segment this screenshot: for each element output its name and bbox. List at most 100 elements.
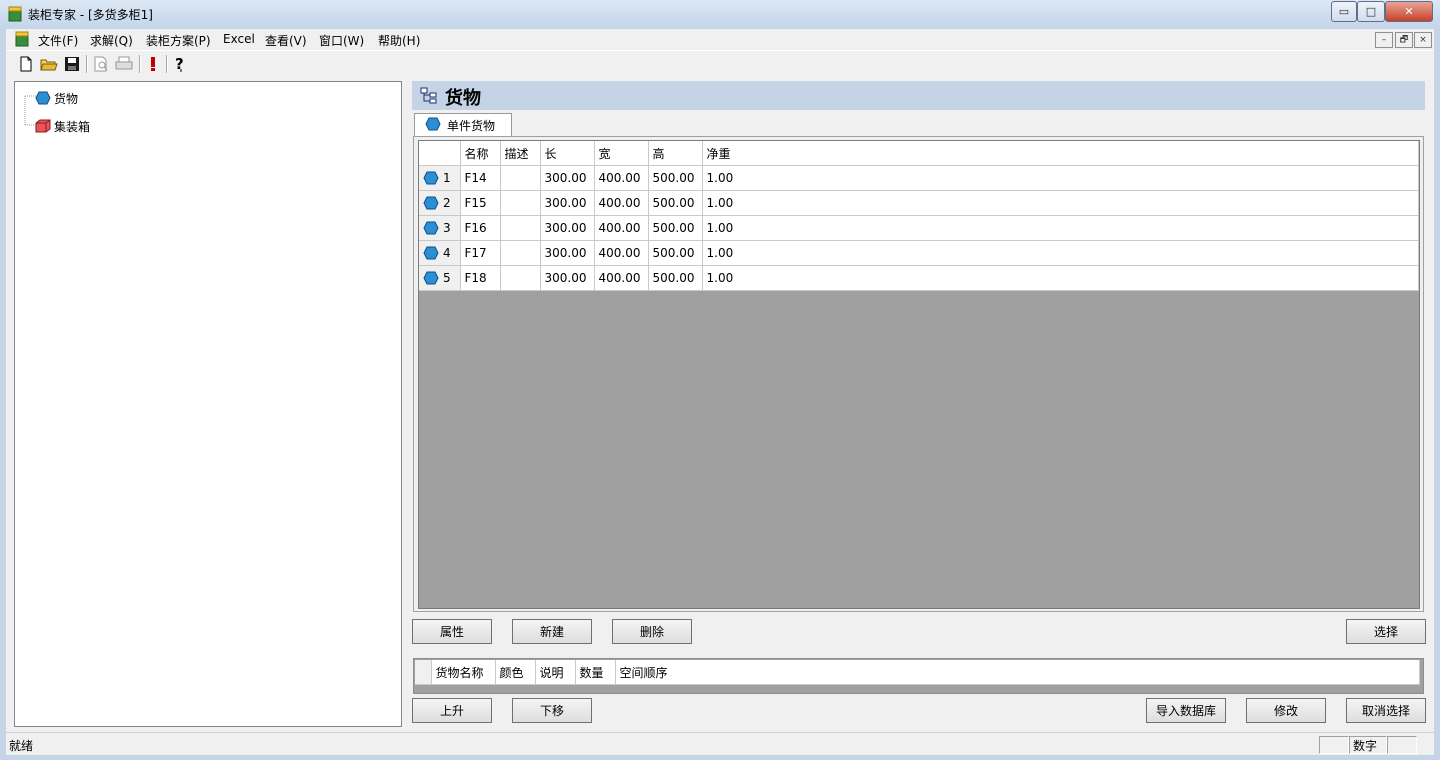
hierarchy-icon	[420, 87, 437, 104]
panel-header	[412, 81, 1425, 110]
print-icon[interactable]	[114, 54, 134, 74]
cell-weight[interactable]: 1.00	[702, 240, 1419, 266]
menu-help[interactable]: 帮助(H)	[378, 32, 420, 49]
cell-length[interactable]: 300.00	[540, 190, 595, 216]
table-row[interactable]: 4 F17 300.00 400.00 500.00 1.00	[419, 240, 1419, 266]
tree-label-container: 集装箱	[54, 119, 91, 134]
maximize-button[interactable]: □	[1357, 1, 1385, 22]
menu-file[interactable]: 文件(F)	[38, 32, 78, 49]
cell-length[interactable]: 300.00	[540, 240, 595, 266]
cell-width[interactable]: 400.00	[594, 165, 649, 191]
column-header[interactable]: 说明	[535, 660, 576, 685]
column-header[interactable]: 颜色	[495, 660, 536, 685]
document-icon[interactable]	[14, 31, 30, 47]
column-header[interactable]: 长	[540, 141, 595, 166]
selection-corner[interactable]	[415, 660, 432, 685]
menu-bar: 文件(F) 求解(Q) 装柜方案(P) Excel 查看(V) 窗口(W) 帮助…	[6, 29, 1434, 50]
cell-length[interactable]: 300.00	[540, 265, 595, 291]
cell-name[interactable]: F15	[460, 190, 501, 216]
column-header[interactable]: 描述	[500, 141, 541, 166]
grid-corner[interactable]	[419, 141, 461, 166]
cell-desc[interactable]	[500, 165, 541, 191]
tree-view[interactable]: 货物 集装箱	[14, 81, 402, 727]
row-number: 1	[443, 170, 451, 185]
menu-plan[interactable]: 装柜方案(P)	[146, 32, 211, 49]
row-header[interactable]: 3	[419, 215, 461, 241]
column-header[interactable]: 空间顺序	[615, 660, 1420, 685]
cell-weight[interactable]: 1.00	[702, 165, 1419, 191]
mdi-restore-button[interactable]: 🗗	[1395, 32, 1413, 48]
cargo-grid[interactable]: 名称 描述 长 宽 高 净重 1 F14 300.00 400.00 500.00 1.0…	[418, 140, 1420, 609]
properties-button[interactable]: 属性	[412, 619, 492, 644]
tree-node-container[interactable]: 集装箱	[35, 117, 90, 135]
cell-height[interactable]: 500.00	[648, 240, 703, 266]
help-icon[interactable]: ?	[171, 54, 191, 74]
new-file-icon[interactable]	[16, 54, 36, 74]
cell-length[interactable]: 300.00	[540, 165, 595, 191]
cell-width[interactable]: 400.00	[594, 240, 649, 266]
cell-height[interactable]: 500.00	[648, 165, 703, 191]
table-row[interactable]: 2 F15 300.00 400.00 500.00 1.00	[419, 190, 1419, 216]
column-header[interactable]: 货物名称	[431, 660, 496, 685]
menu-excel[interactable]: Excel	[223, 32, 255, 46]
table-row[interactable]: 5 F18 300.00 400.00 500.00 1.00	[419, 265, 1419, 291]
cell-height[interactable]: 500.00	[648, 215, 703, 241]
status-bar: 就绪 数字	[6, 732, 1434, 755]
menu-solve[interactable]: 求解(Q)	[90, 32, 133, 49]
cell-desc[interactable]	[500, 265, 541, 291]
cargo-icon	[425, 117, 441, 131]
new-button[interactable]: 新建	[512, 619, 592, 644]
cell-name[interactable]: F17	[460, 240, 501, 266]
print-preview-icon[interactable]	[91, 54, 111, 74]
row-header[interactable]: 2	[419, 190, 461, 216]
cell-desc[interactable]	[500, 240, 541, 266]
select-button[interactable]: 选择	[1346, 619, 1426, 644]
cell-width[interactable]: 400.00	[594, 265, 649, 291]
cell-length[interactable]: 300.00	[540, 215, 595, 241]
import-database-button[interactable]: 导入数据库	[1146, 698, 1226, 723]
tree-node-cargo[interactable]: 货物	[35, 89, 78, 107]
cell-desc[interactable]	[500, 190, 541, 216]
cell-desc[interactable]	[500, 215, 541, 241]
move-up-button[interactable]: 上升	[412, 698, 492, 723]
cell-name[interactable]: F14	[460, 165, 501, 191]
cell-width[interactable]: 400.00	[594, 190, 649, 216]
cell-name[interactable]: F16	[460, 215, 501, 241]
table-row[interactable]: 3 F16 300.00 400.00 500.00 1.00	[419, 215, 1419, 241]
cell-name[interactable]: F18	[460, 265, 501, 291]
menu-view[interactable]: 查看(V)	[265, 32, 307, 49]
column-header[interactable]: 数量	[575, 660, 616, 685]
column-header[interactable]: 净重	[702, 141, 1419, 166]
cell-weight[interactable]: 1.00	[702, 265, 1419, 291]
close-button[interactable]: ✕	[1385, 1, 1433, 22]
row-header[interactable]: 5	[419, 265, 461, 291]
cell-width[interactable]: 400.00	[594, 215, 649, 241]
column-header[interactable]: 宽	[594, 141, 649, 166]
modify-button[interactable]: 修改	[1246, 698, 1326, 723]
column-header[interactable]: 名称	[460, 141, 501, 166]
cell-weight[interactable]: 1.00	[702, 190, 1419, 216]
title-bar[interactable]: 装柜专家 - [多货多柜1] ▭ □ ✕	[0, 0, 1440, 29]
cell-height[interactable]: 500.00	[648, 265, 703, 291]
row-number: 5	[443, 270, 451, 285]
move-down-button[interactable]: 下移	[512, 698, 592, 723]
mdi-close-button[interactable]: ×	[1414, 32, 1432, 48]
minimize-button[interactable]: ▭	[1331, 1, 1357, 22]
exclamation-icon[interactable]	[143, 54, 163, 74]
row-header[interactable]: 1	[419, 165, 461, 191]
column-header[interactable]: 高	[648, 141, 703, 166]
mdi-minimize-button[interactable]: –	[1375, 32, 1393, 48]
cargo-icon	[423, 221, 439, 235]
cell-height[interactable]: 500.00	[648, 190, 703, 216]
tab-single-cargo[interactable]: 单件货物	[414, 113, 512, 136]
save-icon[interactable]	[62, 54, 82, 74]
delete-button[interactable]: 删除	[612, 619, 692, 644]
window-title: 装柜专家 - [多货多柜1]	[28, 8, 153, 22]
open-folder-icon[interactable]	[39, 54, 59, 74]
menu-window[interactable]: 窗口(W)	[319, 32, 364, 49]
cell-weight[interactable]: 1.00	[702, 215, 1419, 241]
row-number: 3	[443, 220, 451, 235]
table-row[interactable]: 1 F14 300.00 400.00 500.00 1.00	[419, 165, 1419, 191]
row-header[interactable]: 4	[419, 240, 461, 266]
cancel-selection-button[interactable]: 取消选择	[1346, 698, 1426, 723]
